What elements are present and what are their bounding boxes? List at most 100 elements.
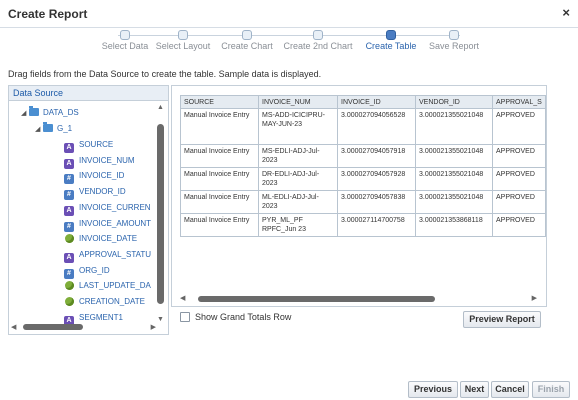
folder-icon [29,106,39,116]
data-source-header: Data Source [9,86,168,101]
table-cell: MS-EDLI-ADJ-Jul-2023 [258,144,338,168]
collapse-triangle-icon[interactable]: ◢ [35,124,43,136]
scroll-thumb[interactable] [23,324,83,330]
date-field-icon [64,297,74,307]
train-step-create-2nd-chart[interactable]: Create 2nd Chart [283,30,353,51]
train-step-create-chart[interactable]: Create Chart [212,30,282,51]
field-invoice-curren[interactable]: A INVOICE_CURREN [64,202,151,216]
scroll-thumb[interactable] [198,296,435,302]
wizard-train: Select Data Select Layout Create Chart C… [90,30,490,52]
column-header[interactable]: VENDOR_ID [415,95,493,109]
scroll-down-icon[interactable]: ▼ [156,316,165,324]
grand-totals-option[interactable]: Show Grand Totals Row [180,312,291,322]
table-cell: 3.000021355021048 [415,108,493,145]
table-cell: APPROVED [492,167,546,191]
step-dot-icon [449,30,459,40]
table-cell: 3.000027094057838 [337,190,416,214]
data-source-tree: ◢ DATA_DS ◢ G_1 A SOURCE A INVOICE_NUM # INVO… [9,102,155,324]
scroll-left-icon[interactable]: ◀ [11,323,16,331]
field-invoice-id[interactable]: # INVOICE_ID [64,170,124,184]
text-field-icon: A [64,253,74,263]
table-header-row: SOURCE INVOICE_NUM INVOICE_ID VENDOR_ID … [180,95,546,109]
table-cell: Manual Invoice Entry [180,213,259,237]
tree-node-data-ds[interactable]: ◢ DATA_DS [21,106,79,120]
grand-totals-label: Show Grand Totals Row [195,312,292,322]
table-cell: 3.000021355021048 [415,167,493,191]
column-header[interactable]: APPROVAL_S [492,95,546,109]
scroll-up-icon[interactable]: ▲ [156,104,165,112]
step-label: Create 2nd Chart [283,41,353,51]
preview-report-button[interactable]: Preview Report [463,311,541,328]
tree-node-g-1[interactable]: ◢ G_1 [35,122,72,136]
scroll-right-icon[interactable]: ▶ [532,294,537,302]
sample-data-table: SOURCE INVOICE_NUM INVOICE_ID VENDOR_ID … [180,95,546,237]
tree-horizontal-scrollbar[interactable]: ◀ ▶ [11,323,156,332]
step-dot-icon [242,30,252,40]
date-field-icon [64,281,74,291]
table-cell: Manual Invoice Entry [180,144,259,168]
step-label: Select Layout [155,41,211,51]
close-icon[interactable]: × [562,5,570,20]
field-last-update-da[interactable]: LAST_UPDATE_DA [64,280,151,292]
train-step-create-table[interactable]: Create Table [356,30,426,51]
number-field-icon: # [64,174,74,184]
table-horizontal-scrollbar[interactable]: ◀ ▶ [180,295,537,303]
scroll-thumb[interactable] [157,124,164,304]
tree-vertical-scrollbar[interactable]: ▲ ▼ [156,104,165,324]
column-header[interactable]: INVOICE_ID [337,95,416,109]
table-cell: APPROVED [492,213,546,237]
grand-totals-checkbox[interactable] [180,312,190,322]
table-cell: 3.000027094057928 [337,167,416,191]
instruction-text: Drag fields from the Data Source to crea… [8,69,322,79]
field-creation-date[interactable]: CREATION_DATE [64,296,145,308]
train-step-save-report[interactable]: Save Report [419,30,489,51]
field-source[interactable]: A SOURCE [64,139,113,153]
cancel-button[interactable]: Cancel [491,381,529,398]
step-dot-icon [120,30,130,40]
step-dot-icon [313,30,323,40]
table-row: Manual Invoice Entry DR-EDLI-ADJ-Jul-202… [180,167,546,191]
table-cell: APPROVED [492,108,546,145]
step-dot-icon [386,30,396,40]
column-header[interactable]: SOURCE [180,95,259,109]
table-cell: ML-EDLI-ADJ-Jul-2023 [258,190,338,214]
data-source-panel: Data Source ◢ DATA_DS ◢ G_1 A SOURCE A INVOI… [8,85,169,335]
previous-button[interactable]: Previous [408,381,458,398]
field-invoice-date[interactable]: INVOICE_DATE [64,233,137,245]
table-row: Manual Invoice Entry ML-EDLI-ADJ-Jul-202… [180,190,546,214]
text-field-icon: A [64,143,74,153]
collapse-triangle-icon[interactable]: ◢ [21,108,29,120]
field-approval-statu[interactable]: A APPROVAL_STATU [64,249,151,263]
step-label: Create Table [365,41,417,51]
table-cell: APPROVED [492,190,546,214]
field-invoice-amount[interactable]: # INVOICE_AMOUNT [64,218,151,232]
field-org-id[interactable]: # ORG_ID [64,265,110,279]
dialog-titlebar: Create Report × [0,0,578,28]
text-field-icon: A [64,159,74,169]
column-header[interactable]: INVOICE_NUM [258,95,338,109]
table-row: Manual Invoice Entry PYR_ML_PF RPFC_Jun … [180,213,546,237]
finish-button[interactable]: Finish [532,381,570,398]
table-cell: 3.000021355021048 [415,190,493,214]
folder-icon [43,122,53,132]
train-step-select-layout[interactable]: Select Layout [148,30,218,51]
field-vendor-id[interactable]: # VENDOR_ID [64,186,126,200]
scroll-right-icon[interactable]: ▶ [151,323,156,331]
table-cell: Manual Invoice Entry [180,167,259,191]
field-invoice-num[interactable]: A INVOICE_NUM [64,155,135,169]
table-cell: 3.000021355021048 [415,144,493,168]
next-button[interactable]: Next [460,381,489,398]
table-cell: MS-ADD-ICICIPRU-MAY-JUN-23 [258,108,338,145]
table-cell: DR-EDLI-ADJ-Jul-2023 [258,167,338,191]
table-cell: 3.000021353868118 [415,213,493,237]
table-cell: APPROVED [492,144,546,168]
dialog-title: Create Report [8,7,88,21]
table-layout-panel: SOURCE INVOICE_NUM INVOICE_ID VENDOR_ID … [171,85,547,307]
table-row: Manual Invoice Entry MS-ADD-ICICIPRU-MAY… [180,108,546,145]
text-field-icon: A [64,206,74,216]
table-cell: PYR_ML_PF RPFC_Jun 23 [258,213,338,237]
table-cell: 3.000027094057918 [337,144,416,168]
table-cell: 3.000027094056528 [337,108,416,145]
number-field-icon: # [64,190,74,200]
scroll-left-icon[interactable]: ◀ [180,294,185,302]
